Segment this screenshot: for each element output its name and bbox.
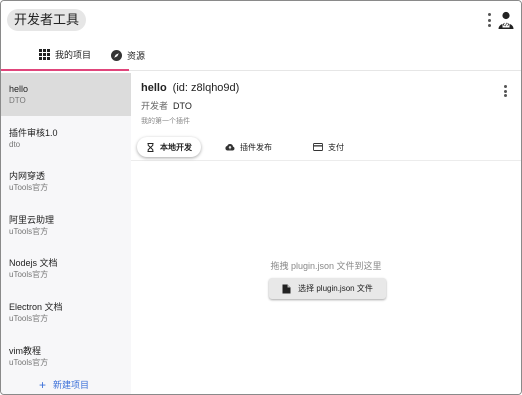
new-project-button[interactable]: + 新建项目 (39, 378, 89, 391)
main-tabs: 我的项目 资源 (1, 39, 521, 71)
sidebar-item-name: Electron 文档 (9, 302, 63, 312)
sidebar-item-author: uTools官方 (9, 227, 49, 236)
tab-label: 我的项目 (54, 49, 91, 60)
sidebar-item-review[interactable]: 插件审核1.0 dto (1, 117, 131, 160)
sidebar-item-author: uTools官方 (9, 358, 49, 367)
more-vert-icon[interactable] (485, 11, 493, 29)
choose-button-label: 选择 plugin.json 文件 (298, 284, 373, 293)
app-window: 开发者工具 我的项目 资源 hello DTO 插件审核1.0 dto 内网穿透… (0, 0, 522, 395)
plugin-more-icon[interactable] (503, 85, 507, 97)
subtab-label: 本地开发 (160, 142, 192, 152)
subtab-label: 支付 (328, 142, 344, 152)
developer-avatar-icon[interactable] (497, 11, 515, 29)
dropzone-hint: 拖拽 plugin.json 文件到这里 (270, 261, 382, 271)
tab-my-projects[interactable]: 我的项目 (1, 39, 129, 71)
grid-icon (38, 48, 50, 60)
developer-label: 开发者 (141, 101, 169, 111)
sidebar-item-author: uTools官方 (9, 270, 49, 279)
plugin-id: (id: z8lqho9d) (172, 82, 240, 94)
sidebar-item-author: dto (9, 140, 21, 149)
sidebar-item-hello[interactable]: hello DTO (1, 73, 131, 116)
cloud-upload-icon (225, 144, 235, 151)
sidebar-item-author: uTools官方 (9, 183, 49, 192)
developer-row: 开发者 DTO (141, 99, 192, 112)
sidebar-item-name: 阿里云助理 (9, 215, 55, 225)
sidebar-item-tunnel[interactable]: 内网穿透 uTools官方 (1, 160, 131, 203)
developer-name: DTO (173, 101, 192, 111)
credit-card-icon (313, 143, 323, 151)
plugin-title: hello (id: z8lqho9d) (141, 82, 239, 94)
new-project-label: 新建项目 (53, 380, 90, 390)
subtab-label: 插件发布 (240, 142, 272, 152)
tab-payment[interactable]: 支付 (313, 137, 344, 157)
plugin-subtabs: 本地开发 插件发布 支付 (131, 135, 521, 161)
plus-icon: + (39, 377, 47, 392)
sidebar-item-name: hello (9, 84, 29, 94)
app-title[interactable]: 开发者工具 (7, 9, 87, 31)
tab-local-dev[interactable]: 本地开发 (137, 137, 201, 157)
plugin-name: hello (141, 82, 167, 94)
tab-label: 资源 (127, 50, 146, 61)
sidebar-item-aliyun[interactable]: 阿里云助理 uTools官方 (1, 204, 131, 247)
sidebar-item-author: DTO (9, 96, 26, 105)
sidebar-item-name: vim教程 (9, 346, 41, 356)
sidebar-item-name: 内网穿透 (9, 171, 46, 181)
choose-plugin-json-button[interactable]: 选择 plugin.json 文件 (269, 278, 386, 299)
sidebar-item-nodejs[interactable]: Nodejs 文档 uTools官方 (1, 247, 131, 290)
sidebar-item-electron[interactable]: Electron 文档 uTools官方 (1, 291, 131, 334)
sidebar-item-author: uTools官方 (9, 314, 49, 323)
compass-icon (111, 49, 122, 61)
file-icon (282, 284, 291, 293)
tab-resources[interactable]: 资源 (111, 39, 145, 71)
plugin-detail-panel: hello (id: z8lqho9d) 开发者 DTO 我的第一个插件 本地开发 … (131, 73, 521, 394)
sidebar-item-name: 插件审核1.0 (9, 128, 58, 138)
sidebar-item-vim[interactable]: vim教程 uTools官方 (1, 335, 131, 378)
tab-plugin-publish[interactable]: 插件发布 (225, 137, 272, 157)
hourglass-icon (147, 142, 154, 152)
sidebar-item-name: Nodejs 文档 (9, 258, 58, 268)
app-header: 开发者工具 (1, 1, 521, 39)
project-sidebar: hello DTO 插件审核1.0 dto 内网穿透 uTools官方 阿里云助… (1, 73, 131, 394)
plugin-json-dropzone[interactable]: 拖拽 plugin.json 文件到这里 选择 plugin.json 文件 (131, 161, 521, 394)
plugin-description: 我的第一个插件 (141, 118, 190, 125)
